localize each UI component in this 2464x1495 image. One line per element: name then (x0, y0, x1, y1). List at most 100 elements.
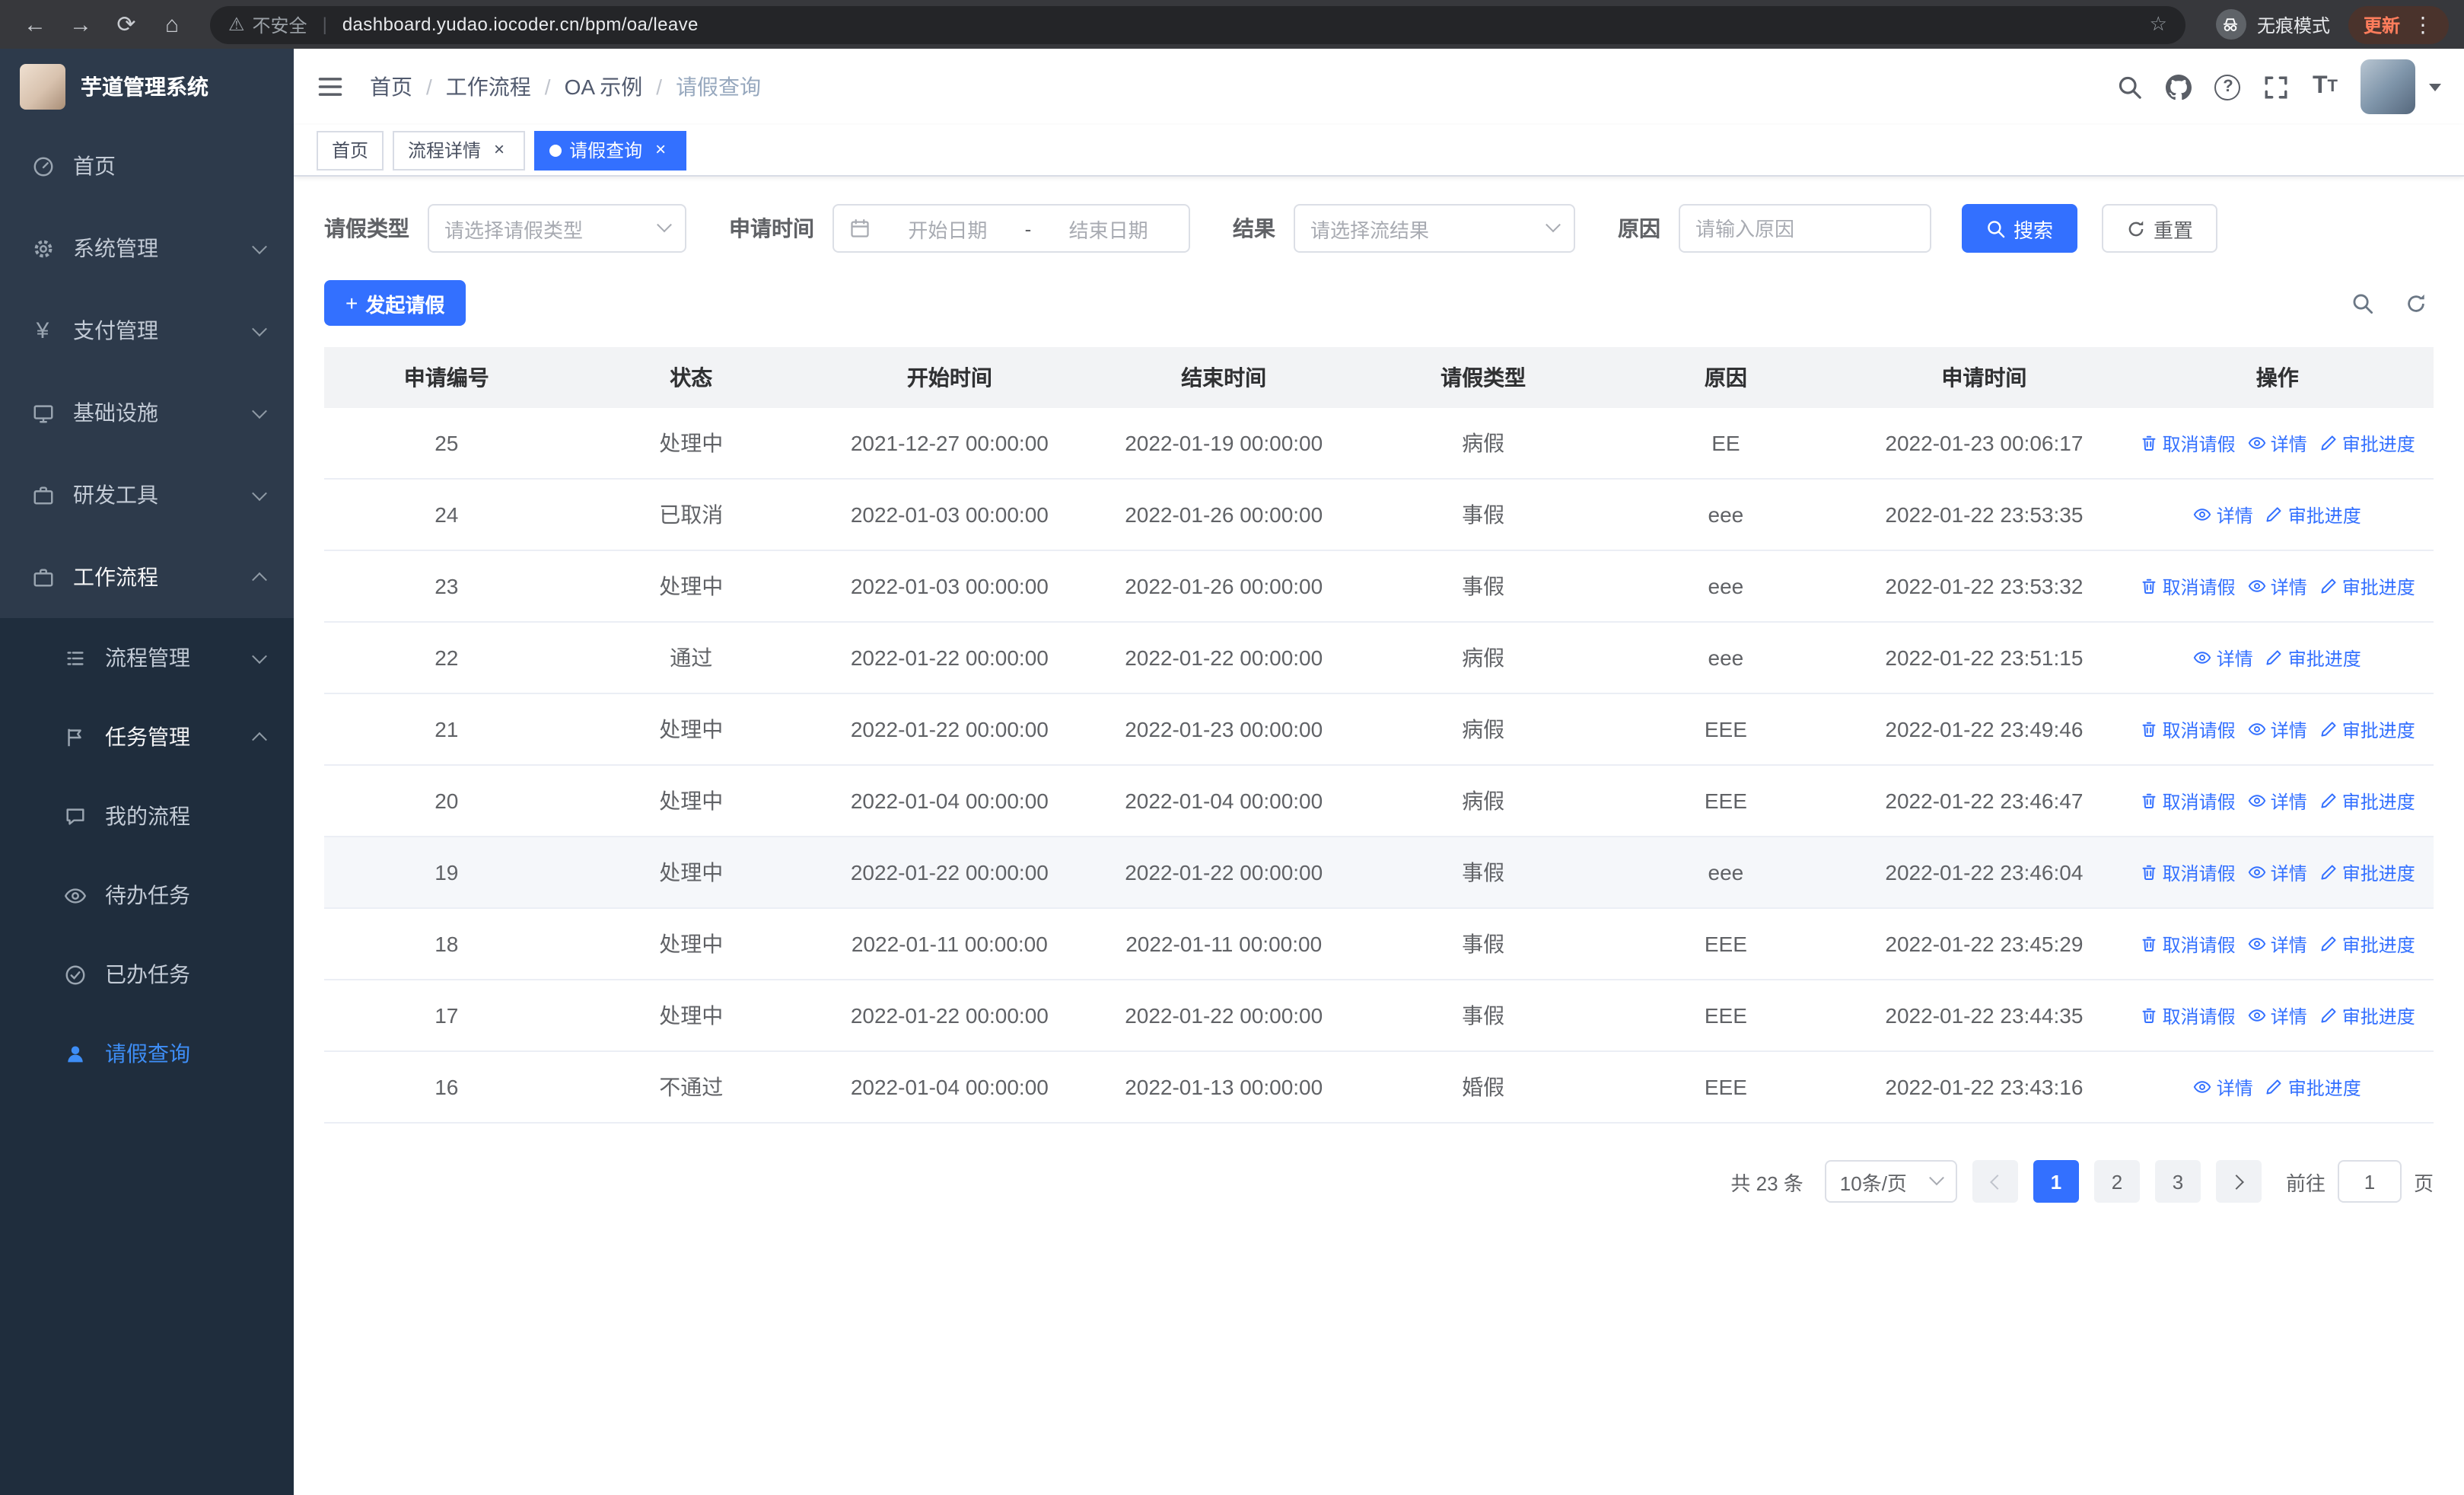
sidebar-item-system[interactable]: 系统管理 (0, 207, 294, 289)
app-logo[interactable]: 芋道管理系统 (0, 49, 294, 125)
approval-progress-link[interactable]: 审批进度 (2319, 859, 2415, 885)
cell-actions: 取消请假 详情 审批进度 (2122, 859, 2434, 885)
detail-link[interactable]: 详情 (2248, 573, 2307, 599)
prev-page-button[interactable] (1972, 1160, 2018, 1203)
detail-link[interactable]: 详情 (2248, 931, 2307, 957)
total-count: 共 23 条 (1730, 1171, 1803, 1194)
browser-home-icon[interactable]: ⌂ (152, 5, 192, 44)
update-label[interactable]: 更新 (2364, 11, 2400, 37)
detail-link[interactable]: 详情 (2248, 859, 2307, 885)
next-page-button[interactable] (2215, 1160, 2262, 1203)
chevron-down-icon (1929, 1169, 1944, 1185)
page-button-3[interactable]: 3 (2154, 1160, 2201, 1203)
url-text[interactable]: dashboard.yudao.iocoder.cn/bpm/oa/leave (342, 14, 2141, 35)
goto-page-input[interactable] (2337, 1160, 2402, 1203)
leave-type-select[interactable]: 请选择请假类型 (428, 204, 686, 253)
approval-progress-link[interactable]: 审批进度 (2319, 430, 2415, 456)
detail-link[interactable]: 详情 (2248, 788, 2307, 814)
reason-input[interactable] (1679, 204, 1931, 253)
detail-link[interactable]: 详情 (2194, 1074, 2253, 1100)
sidebar-item-done-tasks[interactable]: 已办任务 (0, 935, 294, 1014)
result-select[interactable]: 请选择流结果 (1294, 204, 1575, 253)
approval-progress-link[interactable]: 审批进度 (2265, 1074, 2361, 1100)
cell-end-time: 2022-01-26 00:00:00 (1125, 502, 1323, 527)
page-button-2[interactable]: 2 (2093, 1160, 2140, 1203)
sidebar-item-leave-query[interactable]: 请假查询 (0, 1014, 294, 1093)
sidebar-item-payment[interactable]: ¥ 支付管理 (0, 289, 294, 371)
sidebar-item-label: 请假查询 (105, 1041, 190, 1066)
tab-home[interactable]: 首页 (317, 130, 384, 170)
security-warning[interactable]: ⚠ 不安全 (228, 11, 307, 37)
cancel-leave-link[interactable]: 取消请假 (2140, 859, 2236, 885)
page-button-1[interactable]: 1 (2033, 1160, 2079, 1203)
hamburger-icon[interactable] (317, 73, 344, 100)
breadcrumb-oa-example[interactable]: OA 示例 (565, 72, 676, 102)
help-icon[interactable] (2214, 74, 2241, 100)
cancel-leave-link[interactable]: 取消请假 (2140, 931, 2236, 957)
caret-down-icon[interactable] (2429, 83, 2441, 91)
breadcrumb-home[interactable]: 首页 (370, 72, 446, 102)
approval-progress-link[interactable]: 审批进度 (2265, 645, 2361, 671)
progress-icon (2265, 1078, 2284, 1096)
detail-link[interactable]: 详情 (2248, 1003, 2307, 1028)
browser-back-icon[interactable]: ← (15, 5, 55, 44)
cancel-leave-link[interactable]: 取消请假 (2140, 788, 2236, 814)
approval-progress-link[interactable]: 审批进度 (2319, 931, 2415, 957)
tab-leave-query[interactable]: 请假查询 (534, 130, 687, 170)
approval-progress-link[interactable]: 审批进度 (2319, 573, 2415, 599)
address-bar[interactable]: ⚠ 不安全 | dashboard.yudao.iocoder.cn/bpm/o… (210, 5, 2185, 43)
search-icon[interactable] (2118, 74, 2144, 100)
close-tab-icon[interactable] (489, 139, 510, 161)
toggle-search-button[interactable] (2351, 292, 2374, 314)
detail-link[interactable]: 详情 (2194, 502, 2253, 528)
cancel-leave-link[interactable]: 取消请假 (2140, 1003, 2236, 1028)
sidebar-item-process-management[interactable]: 流程管理 (0, 618, 294, 697)
sidebar-item-task-management[interactable]: 任务管理 (0, 697, 294, 776)
approval-progress-link[interactable]: 审批进度 (2265, 502, 2361, 528)
font-size-icon[interactable] (2313, 73, 2338, 100)
fullscreen-icon[interactable] (2264, 74, 2290, 100)
cancel-leave-link[interactable]: 取消请假 (2140, 716, 2236, 742)
sidebar-item-todo-tasks[interactable]: 待办任务 (0, 856, 294, 935)
refresh-table-button[interactable] (2405, 292, 2427, 314)
breadcrumb-workflow[interactable]: 工作流程 (446, 72, 565, 102)
search-button-label: 搜索 (2014, 218, 2054, 241)
page-unit-label: 页 (2413, 1171, 2434, 1194)
github-icon[interactable] (2166, 74, 2192, 100)
detail-link[interactable]: 详情 (2194, 645, 2253, 671)
reset-button-label: 重置 (2154, 218, 2194, 241)
calendar-icon (849, 218, 871, 239)
detail-link[interactable]: 详情 (2248, 430, 2307, 456)
sidebar-item-my-process[interactable]: 我的流程 (0, 776, 294, 856)
browser-forward-icon[interactable]: → (61, 5, 100, 44)
browser-menu-icon[interactable]: ⋮ (2412, 11, 2434, 37)
bookmark-star-icon[interactable]: ☆ (2150, 12, 2167, 37)
reset-button[interactable]: 重置 (2102, 204, 2218, 253)
col-apply-time: 申请时间 (1941, 365, 2027, 390)
user-avatar[interactable] (2361, 59, 2415, 114)
approval-progress-link[interactable]: 审批进度 (2319, 1003, 2415, 1028)
browser-update-button[interactable]: 更新 ⋮ (2348, 5, 2449, 43)
approval-progress-link[interactable]: 审批进度 (2319, 788, 2415, 814)
cancel-leave-link[interactable]: 取消请假 (2140, 573, 2236, 599)
sidebar-item-home[interactable]: 首页 (0, 125, 294, 207)
cell-start-time: 2022-01-22 00:00:00 (850, 717, 1049, 741)
action-label: 详情 (2270, 1006, 2307, 1027)
sidebar-item-devtools[interactable]: 研发工具 (0, 454, 294, 536)
approval-progress-link[interactable]: 审批进度 (2319, 716, 2415, 742)
cancel-leave-link[interactable]: 取消请假 (2140, 430, 2236, 456)
close-tab-icon[interactable] (650, 139, 671, 161)
browser-reload-icon[interactable]: ⟳ (107, 5, 146, 44)
start-date-placeholder[interactable]: 开始日期 (883, 214, 1013, 243)
create-leave-button[interactable]: + 发起请假 (324, 280, 466, 326)
search-button[interactable]: 搜索 (1962, 204, 2078, 253)
end-date-placeholder[interactable]: 结束日期 (1043, 214, 1173, 243)
page-size-select[interactable]: 10条/页 (1824, 1160, 1957, 1203)
sidebar-item-workflow[interactable]: 工作流程 (0, 536, 294, 618)
sidebar-item-infrastructure[interactable]: 基础设施 (0, 371, 294, 454)
cell-apply-id: 20 (435, 789, 459, 813)
tab-process-detail[interactable]: 流程详情 (393, 130, 526, 170)
detail-link[interactable]: 详情 (2248, 716, 2307, 742)
apply-time-range-picker[interactable]: 开始日期 - 结束日期 (832, 204, 1190, 253)
chevron-down-icon (1546, 216, 1561, 232)
